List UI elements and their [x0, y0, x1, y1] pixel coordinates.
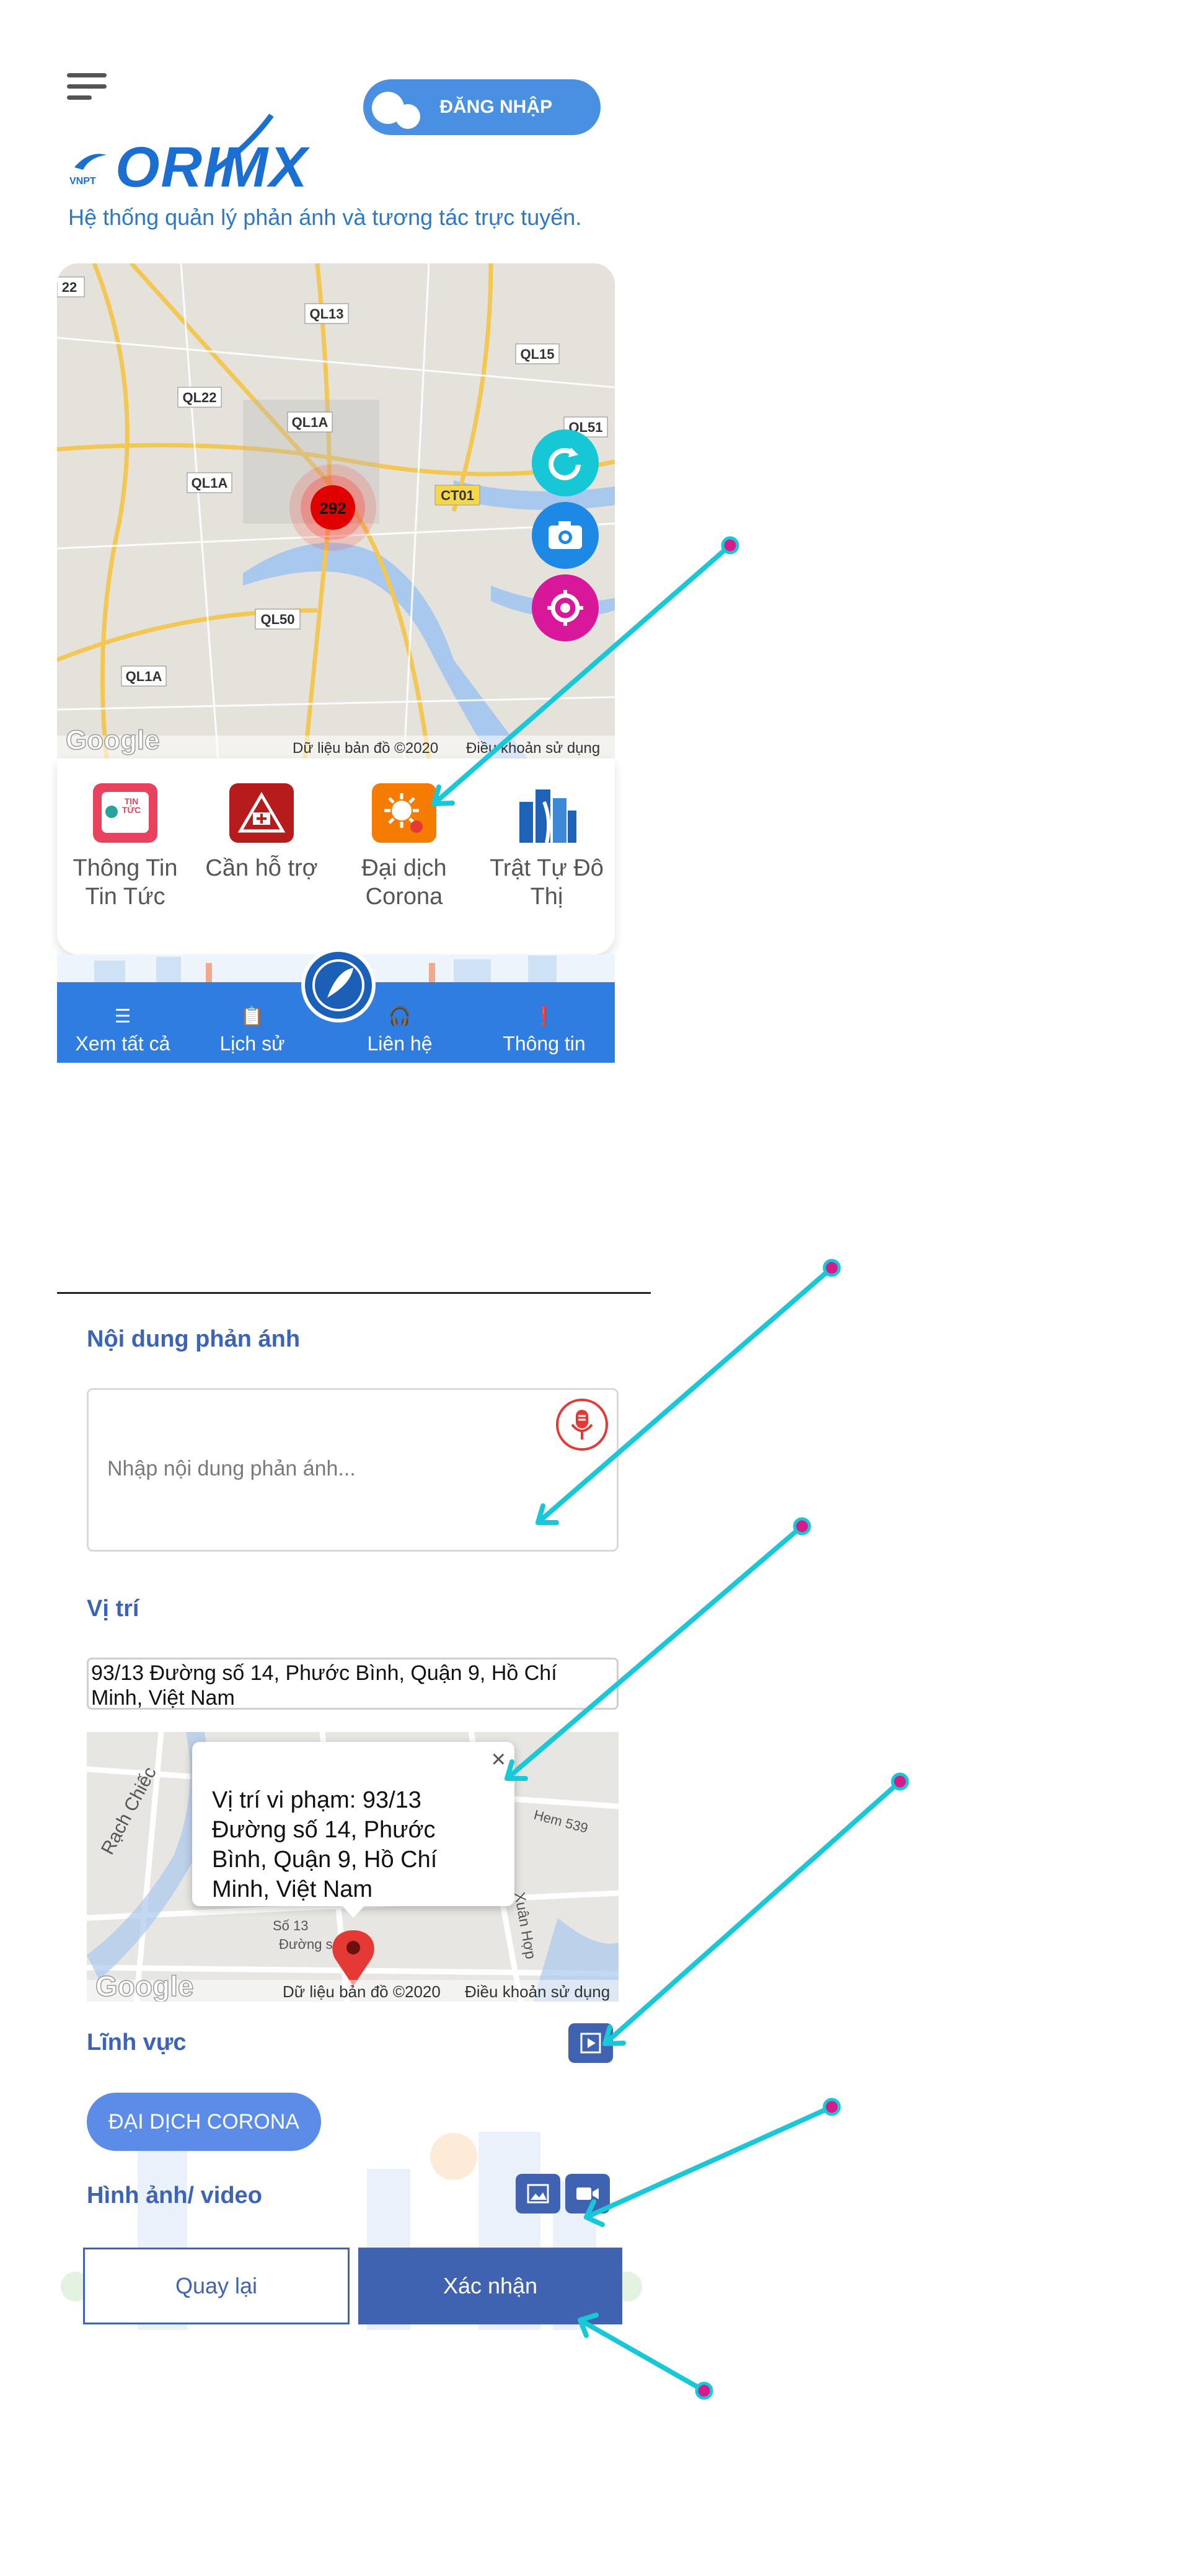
annotation-arrow	[536, 1265, 834, 1525]
annotation-arrow	[431, 543, 733, 806]
annotation-dot	[822, 1259, 841, 1277]
annotation-dot	[793, 1517, 811, 1536]
annotation-arrow	[578, 2318, 707, 2393]
annotation-arrow	[584, 2104, 834, 2220]
annotation-arrow	[602, 1779, 902, 2046]
annotation-arrow	[505, 1524, 804, 1781]
annotation-dot	[891, 1772, 909, 1791]
annotation-dot	[721, 536, 739, 555]
annotation-overlay	[431, 536, 909, 2400]
annotation-dot	[822, 2098, 841, 2116]
annotation-dot	[695, 2381, 713, 2400]
